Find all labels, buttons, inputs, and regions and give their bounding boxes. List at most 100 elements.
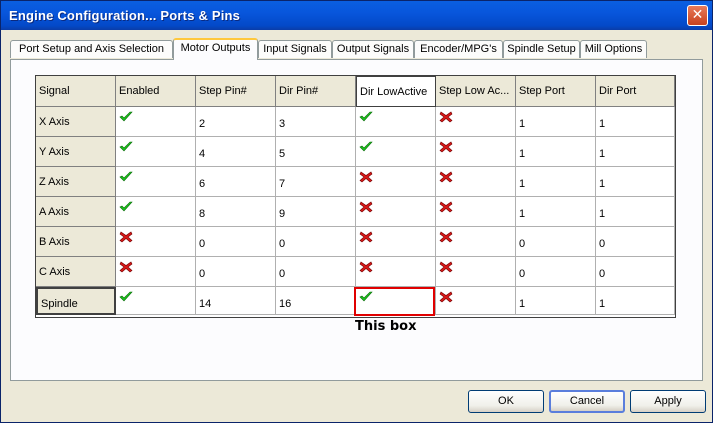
dir-low-active-cell[interactable] [356,257,436,287]
enabled-cell[interactable] [116,257,196,287]
step-low-active-cell[interactable] [436,257,516,287]
step-low-active-cell[interactable] [436,197,516,227]
column-header[interactable]: Enabled [116,76,196,107]
row-header[interactable]: X Axis [36,107,116,137]
enabled-cell[interactable] [116,167,196,197]
apply-button[interactable]: Apply [630,390,706,413]
column-header[interactable]: Dir Pin# [276,76,356,107]
tab-motor-outputs[interactable]: Motor Outputs [173,38,258,60]
enabled-cell[interactable] [116,107,196,137]
title-bar[interactable]: Engine Configuration... Ports & Pins ✕ [1,1,712,30]
step-pin-cell[interactable]: 0 [196,227,276,257]
check-icon [119,141,133,152]
cross-icon [359,171,373,183]
dir-port-cell[interactable]: 1 [596,197,675,227]
cross-icon [439,261,453,273]
dir-low-active-cell[interactable] [356,227,436,257]
dir-pin-cell[interactable]: 0 [276,227,356,257]
annotation-label: This box [355,319,417,334]
cross-icon [439,291,453,303]
dir-port-cell[interactable]: 1 [596,107,675,137]
step-port-cell[interactable]: 1 [516,167,596,197]
check-icon [119,201,133,212]
step-pin-cell[interactable]: 14 [196,287,276,315]
dir-low-active-cell[interactable] [356,197,436,227]
cross-icon [439,111,453,123]
cross-icon [439,231,453,243]
cross-icon [439,201,453,213]
row-header[interactable]: A Axis [36,197,116,227]
dir-pin-cell[interactable]: 9 [276,197,356,227]
row-header[interactable]: C Axis [36,257,116,287]
tab-mill-options[interactable]: Mill Options [580,40,647,58]
cross-icon [359,231,373,243]
cross-icon [439,141,453,153]
step-port-cell[interactable]: 1 [516,107,596,137]
step-port-cell[interactable]: 1 [516,287,596,315]
cross-icon [119,261,133,273]
step-port-cell[interactable]: 0 [516,257,596,287]
enabled-cell[interactable] [116,137,196,167]
dir-low-active-cell[interactable] [356,167,436,197]
step-low-active-cell[interactable] [436,167,516,197]
dir-port-cell[interactable]: 0 [596,227,675,257]
tab-spindle-setup[interactable]: Spindle Setup [503,40,580,58]
dir-port-cell[interactable]: 1 [596,137,675,167]
column-header[interactable]: Step Port [516,76,596,107]
dir-pin-cell[interactable]: 7 [276,167,356,197]
tab-port-setup[interactable]: Port Setup and Axis Selection [10,40,173,58]
cancel-button[interactable]: Cancel [549,390,625,413]
dir-pin-cell[interactable]: 16 [276,287,356,315]
step-low-active-cell[interactable] [436,287,516,315]
check-icon [359,111,373,122]
step-pin-cell[interactable]: 6 [196,167,276,197]
dir-pin-cell[interactable]: 0 [276,257,356,287]
step-pin-cell[interactable]: 8 [196,197,276,227]
dir-low-active-cell[interactable] [356,137,436,167]
dir-low-active-cell[interactable] [356,107,436,137]
step-low-active-cell[interactable] [436,227,516,257]
step-low-active-cell[interactable] [436,137,516,167]
check-icon [119,171,133,182]
step-port-cell[interactable]: 1 [516,197,596,227]
cross-icon [359,261,373,273]
enabled-cell[interactable] [116,197,196,227]
column-header[interactable]: Step Pin# [196,76,276,107]
close-icon: ✕ [691,7,704,23]
dir-port-cell[interactable]: 0 [596,257,675,287]
highlight-box [354,287,435,316]
dir-pin-cell[interactable]: 3 [276,107,356,137]
tab-encoder-mpg[interactable]: Encoder/MPG's [414,40,503,58]
row-header[interactable]: Z Axis [36,167,116,197]
ok-button[interactable]: OK [468,390,544,413]
cross-icon [439,171,453,183]
column-header[interactable]: Step Low Ac... [436,76,516,107]
row-header[interactable]: B Axis [36,227,116,257]
tab-input-signals[interactable]: Input Signals [258,40,332,58]
column-header[interactable]: Dir Port [596,76,675,107]
engine-config-window: Engine Configuration... Ports & Pins ✕ P… [0,0,713,423]
row-header[interactable]: Spindle [36,287,116,315]
dir-port-cell[interactable]: 1 [596,167,675,197]
enabled-cell[interactable] [116,287,196,315]
window-title: Engine Configuration... Ports & Pins [9,8,241,23]
tab-output-signals[interactable]: Output Signals [332,40,414,58]
step-pin-cell[interactable]: 4 [196,137,276,167]
step-pin-cell[interactable]: 0 [196,257,276,287]
cross-icon [359,201,373,213]
step-low-active-cell[interactable] [436,107,516,137]
check-icon [119,111,133,122]
check-icon [359,141,373,152]
dir-port-cell[interactable]: 1 [596,287,675,315]
dir-pin-cell[interactable]: 5 [276,137,356,167]
motor-outputs-grid[interactable]: Signal Enabled Step Pin# Dir Pin# Dir LowAct… [35,75,676,318]
row-header[interactable]: Y Axis [36,137,116,167]
step-port-cell[interactable]: 1 [516,137,596,167]
step-port-cell[interactable]: 0 [516,227,596,257]
column-header[interactable]: Dir LowActive [356,76,436,107]
cross-icon [119,231,133,243]
step-pin-cell[interactable]: 2 [196,107,276,137]
close-button[interactable]: ✕ [687,5,708,26]
column-header[interactable]: Signal [36,76,116,107]
enabled-cell[interactable] [116,227,196,257]
